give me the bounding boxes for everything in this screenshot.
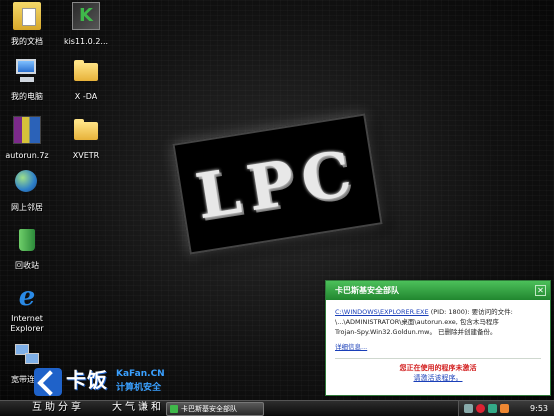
network-places-item[interactable]: 网上邻居 [0, 168, 61, 217]
internet-explorer-label: Internet Explorer [10, 314, 44, 333]
autorun-archive-label: autorun.7z [5, 151, 49, 160]
details-link[interactable]: 详细信息... [335, 342, 367, 352]
clock[interactable]: 9:53 [530, 402, 548, 415]
taskbar-button-label: 卡巴斯基安全部队 [181, 405, 237, 413]
recycle-bin-label: 回收站 [15, 261, 39, 270]
notification-line-1: C:\WINDOWS\EXPLORER.EXE (PID: 1800): 要访问… [335, 307, 541, 317]
folder-xvetr-label: XVETR [72, 151, 100, 160]
network-connection-icon [13, 340, 41, 368]
taskbar-kaspersky-button[interactable]: 卡巴斯基安全部队 [166, 402, 264, 416]
notification-header: 卡巴斯基安全部队 ✕ [326, 281, 550, 300]
kaspersky-installer-icon [72, 2, 100, 30]
process-path-link[interactable]: C:\WINDOWS\EXPLORER.EXE [335, 308, 429, 316]
notification-body: C:\WINDOWS\EXPLORER.EXE (PID: 1800): 要访问… [326, 300, 550, 383]
recycle-bin-icon [13, 226, 41, 254]
network-globe-icon [13, 168, 41, 196]
divider [335, 358, 541, 359]
my-documents-icon [13, 2, 41, 30]
kafan-logo-cn: 卡饭 [66, 368, 108, 392]
kaspersky-icon [170, 405, 178, 413]
recycle-bin-item[interactable]: 回收站 [0, 226, 61, 275]
folder-x-da-item[interactable]: X -DA [52, 57, 120, 106]
kis-installer-item[interactable]: kis11.0.2... [52, 2, 120, 51]
slogan-left: 互助分享 [32, 402, 84, 413]
my-computer-icon [13, 57, 41, 85]
wallpaper-lpc-card: LPC [172, 113, 383, 255]
activation-warning: 您正在使用的程序未激活 [399, 364, 477, 372]
kaspersky-notification: 卡巴斯基安全部队 ✕ C:\WINDOWS\EXPLORER.EXE (PID:… [325, 280, 551, 396]
kaspersky-tray-icon[interactable] [476, 404, 485, 413]
kis-installer-label: kis11.0.2... [63, 37, 109, 46]
activate-link[interactable]: 请激活该程序。 [414, 374, 463, 382]
process-pid-text: (PID: 1800): 要访问的文件: [428, 308, 513, 316]
folder-xvetr-item[interactable]: XVETR [52, 116, 120, 165]
archive-icon [13, 116, 41, 144]
kafan-watermark: 卡饭 KaFan.CN 计算机安全 [34, 368, 184, 398]
kafan-logo-icon [34, 368, 62, 396]
kafan-logo-en: KaFan.CN [116, 369, 165, 379]
folder-icon [72, 57, 100, 85]
system-tray: 9:53 [458, 401, 554, 416]
folder-icon [72, 116, 100, 144]
network-places-label: 网上邻居 [11, 203, 43, 212]
speaker-icon[interactable] [464, 404, 473, 413]
internet-explorer-icon: e [18, 282, 36, 312]
my-computer-label: 我的电脑 [11, 92, 43, 101]
notification-title: 卡巴斯基安全部队 [335, 286, 399, 295]
notification-line-2: \...\ADMINISTRATOR\桌面\autorun.exe, 包含木马程… [335, 318, 499, 326]
my-documents-label: 我的文档 [11, 37, 43, 46]
network-tray-icon[interactable] [488, 404, 497, 413]
wallpaper-lpc-text: LPC [191, 135, 364, 233]
internet-explorer-item[interactable]: e Internet Explorer [0, 284, 61, 338]
slogan-right: 大气谦和 [112, 402, 164, 413]
security-tray-icon[interactable] [500, 404, 509, 413]
close-icon[interactable]: ✕ [535, 285, 546, 296]
kafan-logo-sub: 计算机安全 [116, 383, 162, 393]
folder-x-da-label: X -DA [74, 92, 98, 101]
notification-line-3: Trojan-Spy.Win32.Goldun.mw。 已删除并创建备份。 [335, 328, 497, 336]
